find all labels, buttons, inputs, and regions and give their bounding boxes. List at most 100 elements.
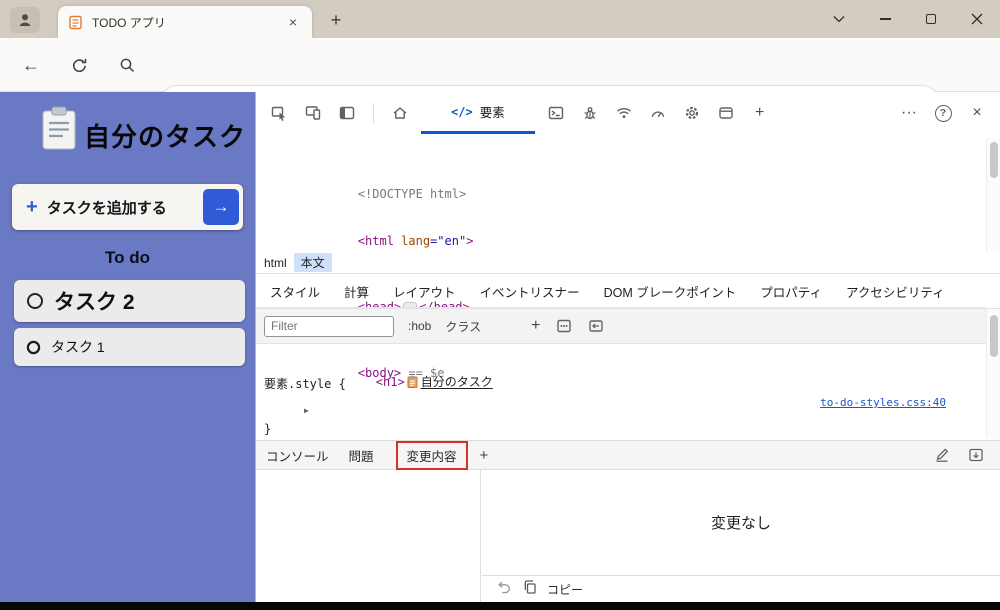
more-tools-plus-icon[interactable]: + (747, 101, 773, 125)
drawer-tab-bar: コンソール 問題 変更内容 + (256, 440, 1000, 470)
plus-icon: + (26, 197, 38, 217)
tab-event-listeners[interactable]: イベントリスナー (480, 282, 580, 301)
settings-gear-icon[interactable] (679, 101, 705, 125)
close-devtools-icon[interactable]: × (964, 101, 990, 125)
titlebar: TODO アプリ × + (0, 0, 1000, 38)
toolbar-divider (373, 103, 374, 123)
task-label: タスク 2 (54, 286, 135, 316)
clipboard-icon (40, 106, 78, 152)
pencil-icon[interactable] (934, 447, 950, 466)
stylesheet-link[interactable]: to-do-styles.css:40 (820, 396, 946, 409)
code-brackets-icon: </> (451, 105, 473, 119)
task-checkbox-circle-icon[interactable] (26, 340, 41, 355)
add-drawer-tab-button[interactable]: + (480, 447, 489, 464)
task-label: タスク 1 (51, 337, 105, 357)
refresh-button[interactable] (62, 48, 96, 82)
tab-properties[interactable]: プロパティ (760, 282, 822, 301)
performance-gauge-icon[interactable] (645, 101, 671, 125)
dom-breadcrumb: html 本文 (256, 252, 1000, 274)
add-task-button[interactable]: + タスクを追加する (16, 188, 203, 226)
tab-changes[interactable]: 変更内容 (407, 446, 457, 465)
scrollbar-thumb[interactable] (990, 142, 998, 178)
styles-filter-bar: :hob クラス + (256, 308, 1000, 344)
tab-issues[interactable]: 問題 (349, 446, 374, 465)
inspect-cursor-icon[interactable] (266, 101, 292, 125)
refresh-icon (71, 57, 88, 74)
element-style-rule[interactable]: 要素.style { (256, 376, 986, 393)
add-task-label: タスクを追加する (47, 197, 167, 218)
tab-favicon-icon (68, 15, 83, 30)
profile-avatar[interactable] (10, 7, 40, 33)
tab-layout[interactable]: レイアウト (393, 282, 456, 301)
computed-sidebar-icon[interactable] (588, 318, 604, 334)
sidebar-panel-tabs: スタイル 計算 レイアウト イベントリスナー DOM ブレークポイント プロパテ… (256, 274, 1000, 308)
help-icon[interactable]: ? (930, 101, 956, 125)
devtools-toolbar: </> 要素 (256, 92, 1000, 134)
tab-list-chevron-icon[interactable] (816, 0, 862, 38)
tab-console[interactable]: コンソール (266, 446, 329, 465)
dock-side-icon[interactable] (334, 101, 360, 125)
devtools-panel: </> 要素 (255, 92, 1000, 602)
copy-button-label[interactable]: コピー (547, 581, 583, 598)
toggle-class-button[interactable]: クラス (445, 318, 481, 335)
new-style-rule-button[interactable]: + (531, 317, 540, 335)
console-tool-icon[interactable] (543, 101, 569, 125)
changes-detail: 変更なし コピー (482, 470, 1000, 602)
arrow-right-icon: → (213, 197, 230, 217)
tab-dom-breakpoints[interactable]: DOM ブレークポイント (604, 282, 737, 301)
changes-file-list[interactable] (256, 470, 481, 602)
add-task-row: + タスクを追加する → (12, 184, 243, 230)
browser-tab[interactable]: TODO アプリ × (58, 6, 312, 38)
tab-elements[interactable]: </> 要素 (421, 92, 535, 134)
window-bottom-edge (0, 602, 1000, 610)
drawer-actions (934, 441, 984, 471)
back-button[interactable]: ← (14, 48, 48, 82)
changes-toolbar: コピー (482, 575, 1000, 602)
changes-empty-message: 変更なし (482, 470, 1000, 575)
network-wifi-icon[interactable] (611, 101, 637, 125)
search-icon (119, 57, 136, 74)
address-bar: ← microsoftedge.github.io/Demos/demo-to-… (0, 38, 1000, 92)
submit-task-button[interactable]: → (203, 189, 239, 225)
undo-icon[interactable] (496, 579, 512, 600)
tab-close-icon[interactable]: × (284, 13, 302, 31)
task-checkbox-circle-icon[interactable] (26, 292, 44, 310)
dom-tree: <!DOCTYPE html> <html lang="en"> ▶ <head… (256, 134, 986, 252)
breadcrumb-html[interactable]: html (264, 256, 287, 270)
tab-accessibility[interactable]: アクセシビリティ (846, 282, 945, 301)
tab-computed[interactable]: 計算 (344, 282, 369, 301)
todo-app-panel: 自分のタスク + タスクを追加する → To do タスク 2 タスク 1 (0, 92, 255, 602)
tab-title: TODO アプリ (92, 14, 284, 31)
devtools-more-menu-icon[interactable]: ··· (896, 101, 922, 125)
element-states-icon[interactable] (556, 318, 572, 334)
dom-node-html[interactable]: <html lang="en"> (256, 213, 986, 232)
app-title: 自分のタスク (84, 117, 246, 154)
dom-node-doctype[interactable]: <!DOCTYPE html> (256, 166, 986, 185)
device-emulation-icon[interactable] (300, 101, 326, 125)
browser-window: TODO アプリ × + ← (0, 0, 1000, 610)
tab-styles[interactable]: スタイル (270, 282, 320, 301)
element-style-close: } (256, 421, 986, 438)
styles-filter-input[interactable] (264, 316, 394, 337)
task-item[interactable]: タスク 2 (14, 280, 245, 322)
expand-panel-icon[interactable] (968, 447, 984, 466)
maximize-button[interactable] (908, 0, 954, 38)
annotation-red-box: 変更内容 (396, 441, 468, 470)
breadcrumb-body-selected[interactable]: 本文 (294, 253, 332, 272)
scrollbar-thumb[interactable] (990, 315, 998, 357)
styles-pane: 要素.style { } media (max-width: 450px) bo… (256, 344, 986, 440)
window-controls (816, 0, 1000, 38)
task-item[interactable]: タスク 1 (14, 328, 245, 366)
styles-scrollbar[interactable] (986, 309, 1000, 439)
toggle-hov-button[interactable]: :hob (408, 319, 431, 333)
person-icon (17, 12, 33, 28)
minimize-button[interactable] (862, 0, 908, 38)
new-tab-button[interactable]: + (322, 8, 350, 32)
copy-icon[interactable] (522, 579, 537, 600)
dom-scrollbar[interactable] (986, 138, 1000, 252)
home-icon[interactable] (387, 101, 413, 125)
application-icon[interactable] (713, 101, 739, 125)
search-button[interactable] (110, 48, 144, 82)
close-window-button[interactable] (954, 0, 1000, 38)
bug-icon[interactable] (577, 101, 603, 125)
